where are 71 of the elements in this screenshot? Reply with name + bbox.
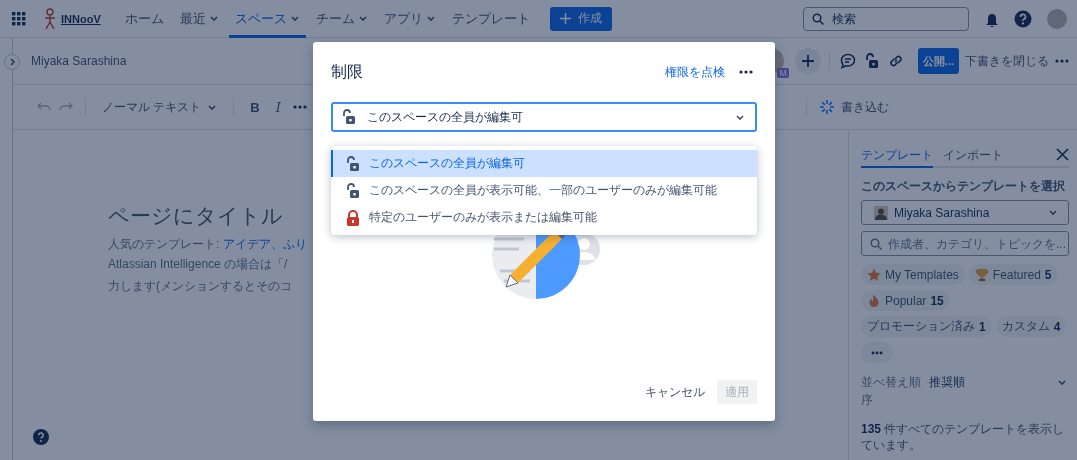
write-button[interactable]: 書き込む [819, 98, 889, 116]
bold-button[interactable]: B [246, 99, 264, 115]
chevron-down-icon [1057, 377, 1067, 387]
more-formatting-icon[interactable] [292, 105, 307, 109]
avatar-badge: M [777, 68, 789, 78]
more-icon [871, 350, 883, 355]
panel-tab[interactable]: テンプレート [861, 146, 933, 168]
search-icon [870, 238, 882, 250]
close-icon[interactable] [1056, 147, 1069, 161]
sort-dropdown[interactable]: 推奨順 [929, 373, 1069, 391]
check-permissions-link[interactable]: 権限を点検 [665, 63, 725, 81]
sparkle-icon [819, 99, 835, 115]
dialog-title: 制限 [331, 61, 363, 82]
chevron-down-icon [735, 112, 745, 122]
logo[interactable]: INNooV [42, 7, 101, 30]
close-draft-button[interactable]: 下書きを閉じる [963, 52, 1051, 70]
padlock-icon [345, 209, 361, 226]
breadcrumb-link[interactable]: Miyaka Sarashina [31, 54, 127, 68]
unlocked-padlock-icon[interactable] [863, 53, 880, 69]
flame-icon [867, 293, 881, 308]
menu-option[interactable]: このスペースの全員が編集可 [331, 150, 757, 177]
star-icon [867, 267, 881, 282]
hint-text: Atlassian Intelligence の場合は「/ [108, 256, 288, 273]
results-summary: 135 件すべてのテンプレートを表示しています。 [861, 421, 1066, 453]
search-icon [812, 12, 824, 25]
app-grid-icon[interactable] [12, 11, 26, 26]
unlocked-padlock-icon [345, 182, 361, 199]
popular-templates-label: 人気のテンプレート: [108, 237, 221, 251]
unlocked-padlock-icon [341, 109, 357, 125]
add-collaborator-icon[interactable] [794, 48, 821, 74]
nav-menu-item[interactable]: スペース [228, 0, 306, 38]
menu-option[interactable]: 特定のユーザーのみが表示または編集可能 [331, 204, 757, 231]
more-icon[interactable] [739, 70, 753, 74]
search-field[interactable]: 検索 [803, 6, 969, 31]
create-button[interactable]: 作成 [549, 6, 612, 31]
nav-menu-item[interactable]: 最近 [173, 0, 225, 38]
hint-text: 力します(メンションするとそのコ [108, 278, 292, 295]
filter-chip[interactable]: プロモーション済み 1 [861, 316, 992, 337]
nav-menu-item[interactable]: チーム [309, 0, 374, 38]
menu-option[interactable]: このスペースの全員が表示可能、一部のユーザーのみが編集可能 [331, 177, 757, 204]
unlocked-padlock-icon [345, 155, 361, 172]
help-icon[interactable] [1014, 9, 1032, 28]
avatar-icon [874, 205, 888, 220]
trophy-icon [974, 267, 989, 282]
italic-button[interactable]: I [271, 99, 285, 115]
cancel-button[interactable]: キャンセル [643, 383, 707, 401]
chevron-down-icon [1048, 208, 1058, 217]
help-icon[interactable] [33, 429, 49, 445]
comment-icon[interactable] [839, 53, 856, 69]
nav-menu-item[interactable]: テンプレート [445, 0, 536, 38]
nav-menu-item[interactable]: ホーム [118, 0, 170, 38]
plus-icon [559, 13, 571, 24]
filter-chip[interactable]: Featured 5 [968, 264, 1058, 285]
publish-button[interactable]: 公開... [917, 48, 959, 74]
nav-menu-item[interactable]: アプリ [377, 0, 442, 38]
template-link[interactable]: アイデア、ふり [222, 237, 307, 251]
expand-sidebar-icon[interactable] [4, 54, 20, 70]
field-label: このスペースからテンプレートを選択 [861, 178, 1066, 195]
restriction-select[interactable]: このスペースの全員が編集可 [331, 102, 757, 132]
template-search-field[interactable]: 作成者、カテゴリ、トピックを... [861, 231, 1069, 256]
panel-tab[interactable]: インポート [943, 146, 1003, 168]
link-icon[interactable] [887, 53, 904, 69]
filter-chip[interactable]: カスタム 4 [995, 316, 1067, 337]
title-field[interactable]: ページにタイトル [108, 202, 294, 230]
stick-figure-icon [42, 7, 58, 30]
filter-chip[interactable]: My Templates [861, 264, 965, 285]
sort-label: 並べ替え順序 [861, 374, 922, 409]
chevron-down-icon [207, 102, 218, 112]
space-select[interactable]: Miyaka Sarashina [861, 200, 1069, 225]
filter-chip[interactable]: Popular 15 [861, 290, 950, 311]
text-style-dropdown[interactable]: ノーマル テキスト [98, 98, 222, 116]
